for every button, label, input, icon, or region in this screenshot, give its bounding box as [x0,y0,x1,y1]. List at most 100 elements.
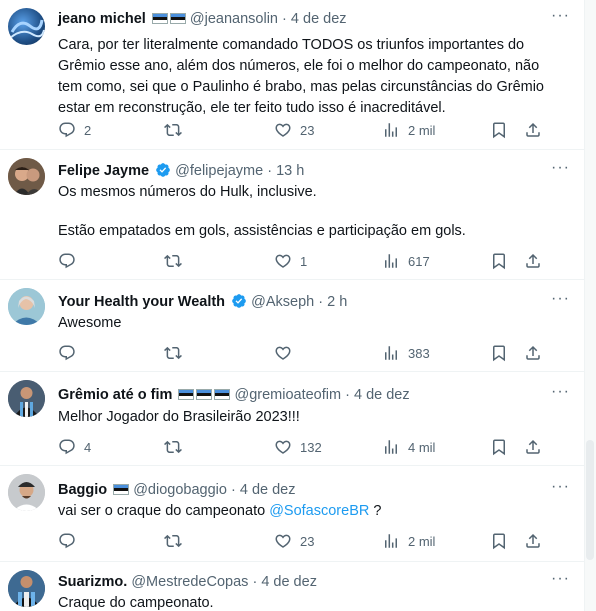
bookmark-icon [490,252,508,270]
share-icon [524,438,542,456]
bookmark-button[interactable] [490,343,508,363]
share-icon [524,252,542,270]
author-name[interactable]: Suarizmo. [58,574,127,590]
mention-link[interactable]: @SofascoreBR [269,503,369,519]
tweet[interactable]: Grêmio até o fim @gremioateofim · 4 de d… [0,372,584,466]
tweet-text-segment: vai ser o craque do campeonato [58,503,270,519]
like-button[interactable]: 23 [274,120,314,140]
view-count: 2 mil [408,122,436,138]
share-icon [524,344,542,362]
reply-button[interactable]: 4 [58,437,91,457]
tweet-text: vai ser o craque do campeonato @Sofascor… [58,501,554,522]
bookmark-button[interactable] [490,531,508,551]
timestamp[interactable]: 4 de dez [354,387,410,403]
retweet-button[interactable] [164,437,182,457]
like-button[interactable]: 132 [274,437,322,457]
reply-count: 4 [84,439,92,455]
views-button[interactable]: 617 [382,251,430,271]
like-button[interactable]: 23 [274,531,314,551]
author-name[interactable]: Grêmio até o fim [58,387,172,403]
scrollbar-thumb[interactable] [586,440,594,560]
tweet[interactable]: jeano michel @jeanansolin · 4 de dez ···… [0,0,584,150]
tweet-actions: 2 23 2 mil [58,120,570,140]
timestamp[interactable]: 4 de dez [261,574,317,590]
share-button[interactable] [524,251,542,271]
share-button[interactable] [524,437,542,457]
view-count: 2 mil [408,533,436,549]
avatar-blue-pattern[interactable] [8,8,45,45]
reply-button[interactable] [58,531,76,551]
author-name[interactable]: Baggio [58,482,107,498]
more-options-icon[interactable]: ··· [551,479,570,495]
views-button[interactable]: 2 mil [382,120,435,140]
author-handle[interactable]: @jeanansolin [190,11,278,27]
share-button[interactable] [524,120,542,140]
heart-icon [274,121,292,139]
tweet[interactable]: Your Health your Wealth @Akseph · 2 h ··… [0,280,584,372]
reply-button[interactable]: 2 [58,120,91,140]
reply-button[interactable] [58,343,76,363]
bookmark-button[interactable] [490,120,508,140]
like-count: 23 [300,533,315,549]
reply-icon [58,252,76,270]
view-count: 4 mil [408,439,436,455]
tweet-text-line: Melhor Jogador do Brasileirão 2023!!! [58,409,300,425]
retweet-button[interactable] [164,120,182,140]
author-handle[interactable]: @Akseph [251,294,314,310]
author-handle[interactable]: @diogobaggio [133,482,227,498]
bookmark-button[interactable] [490,437,508,457]
views-button[interactable]: 4 mil [382,437,435,457]
more-options-icon[interactable]: ··· [551,384,570,400]
reply-feed: jeano michel @jeanansolin · 4 de dez ···… [0,0,584,611]
separator-dot: · [230,482,236,498]
tweet-text: Cara, por ter literalmente comandado TOD… [58,35,554,119]
avatar-player-photo[interactable] [8,380,45,417]
tweet-text-segment: ? [369,503,382,519]
author-name[interactable]: Your Health your Wealth [58,294,225,310]
tweet-header: Suarizmo. @MestredeCopas · 4 de dez ··· [58,571,570,592]
timestamp[interactable]: 2 h [327,294,347,310]
author-name[interactable]: Felipe Jayme [58,163,149,179]
scrollbar[interactable] [584,0,596,611]
tweet-header: Baggio @diogobaggio · 4 de dez ··· [58,479,570,500]
retweet-button[interactable] [164,343,182,363]
author-handle[interactable]: @felipejayme [175,163,263,179]
avatar-woman-photo[interactable] [8,288,45,325]
share-button[interactable] [524,531,542,551]
tweet-text: Melhor Jogador do Brasileirão 2023!!! [58,407,554,428]
heart-icon [274,344,292,362]
retweet-button[interactable] [164,531,182,551]
tweet-text-line: Awesome [58,315,122,331]
like-button[interactable]: 1 [274,251,307,271]
view-count: 617 [408,253,430,269]
avatar-man-cap-photo[interactable] [8,474,45,511]
tweet[interactable]: Felipe Jayme @felipejayme · 13 h ··· Os … [0,150,584,280]
timestamp[interactable]: 13 h [276,163,304,179]
avatar-gremio-shirt-photo[interactable] [8,570,45,607]
bar-chart-icon [382,532,400,550]
like-button[interactable] [274,343,292,363]
author-handle[interactable]: @MestredeCopas [131,574,248,590]
avatar-man-photo[interactable] [8,158,45,195]
author-name[interactable]: jeano michel [58,11,146,27]
tweet[interactable]: Suarizmo. @MestredeCopas · 4 de dez ··· … [0,562,584,611]
tweet-actions: 383 [58,343,570,363]
more-options-icon[interactable]: ··· [551,571,570,587]
share-button[interactable] [524,343,542,363]
timestamp[interactable]: 4 de dez [240,482,296,498]
timestamp[interactable]: 4 de dez [291,11,347,27]
tweet[interactable]: Baggio @diogobaggio · 4 de dez ··· vai s… [0,466,584,562]
heart-icon [274,252,292,270]
more-options-icon[interactable]: ··· [551,291,570,307]
more-options-icon[interactable]: ··· [551,8,570,24]
author-handle[interactable]: @gremioateofim [234,387,341,403]
tweet-text-line: Cara, por ter literalmente comandado TOD… [58,37,544,116]
views-button[interactable]: 2 mil [382,531,435,551]
flag-emoji [196,389,213,400]
reply-button[interactable] [58,251,76,271]
retweet-button[interactable] [164,251,182,271]
views-button[interactable]: 383 [382,343,430,363]
bookmark-button[interactable] [490,251,508,271]
retweet-icon [164,532,182,550]
more-options-icon[interactable]: ··· [551,160,570,176]
